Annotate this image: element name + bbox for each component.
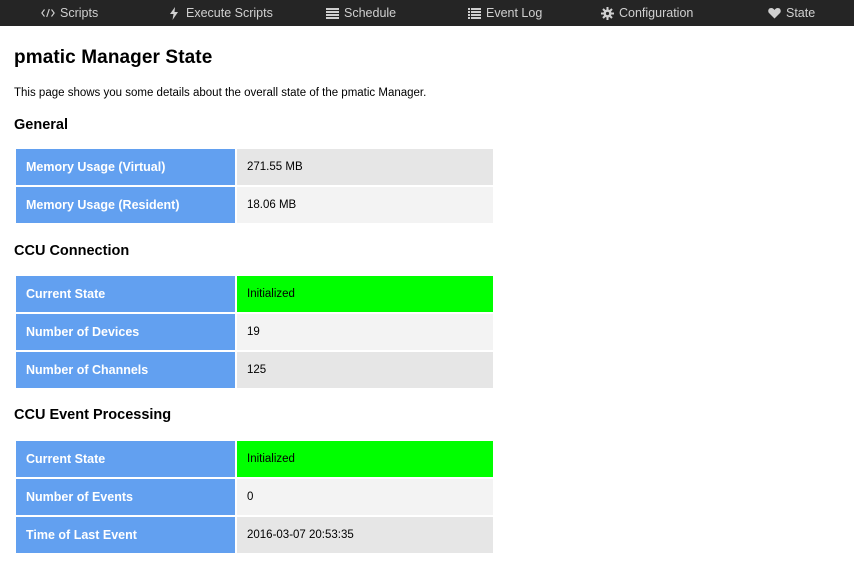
section-title-ccu-event-processing: CCU Event Processing [14,407,172,423]
table-row: Number of Devices 19 [16,314,493,350]
top-navbar: Scripts Execute Scripts Schedule Event L… [0,0,854,26]
list-icon [467,6,481,20]
row-label: Memory Usage (Virtual) [16,149,237,185]
list-icon [325,6,339,20]
general-table: Memory Usage (Virtual) 271.55 MB Memory … [16,147,493,225]
nav-state-label: State [786,6,816,20]
ccu-event-processing-table: Current State Initialized Number of Even… [16,439,493,555]
nav-event-log-label: Event Log [486,6,543,20]
nav-event-log[interactable]: Event Log [467,0,542,26]
row-label: Memory Usage (Resident) [16,187,237,223]
row-label: Number of Channels [16,352,237,388]
table-row: Current State Initialized [16,441,493,477]
bolt-icon [167,6,181,20]
row-value: 18.06 MB [237,187,493,223]
section-title-general: General [14,117,68,133]
page-intro: This page shows you some details about t… [14,87,427,99]
row-label: Current State [16,441,237,477]
table-row: Number of Events 0 [16,479,493,515]
row-label: Number of Events [16,479,237,515]
heart-icon [767,6,781,20]
nav-schedule-label: Schedule [344,6,397,20]
row-value: 0 [237,479,493,515]
row-value: 2016-03-07 20:53:35 [237,517,493,553]
ccu-connection-table: Current State Initialized Number of Devi… [16,274,493,390]
section-title-ccu-connection: CCU Connection [14,243,130,259]
state-value: Initialized [237,441,493,477]
nav-scripts[interactable]: Scripts [41,0,98,26]
row-value: 19 [237,314,493,350]
nav-scripts-label: Scripts [60,6,99,20]
nav-execute-scripts-label: Execute Scripts [186,6,273,20]
table-row: Current State Initialized [16,276,493,312]
row-value: 271.55 MB [237,149,493,185]
nav-execute-scripts[interactable]: Execute Scripts [167,0,273,26]
nav-schedule[interactable]: Schedule [325,0,396,26]
row-label: Current State [16,276,237,312]
table-row: Memory Usage (Resident) 18.06 MB [16,187,493,223]
page-title: pmatic Manager State [14,47,213,68]
code-icon [41,6,55,20]
table-row: Time of Last Event 2016-03-07 20:53:35 [16,517,493,553]
nav-configuration[interactable]: Configuration [600,0,693,26]
gear-icon [600,6,614,20]
table-row: Number of Channels 125 [16,352,493,388]
state-value: Initialized [237,276,493,312]
row-value: 125 [237,352,493,388]
nav-configuration-label: Configuration [619,6,694,20]
table-row: Memory Usage (Virtual) 271.55 MB [16,149,493,185]
nav-state[interactable]: State [767,0,815,26]
row-label: Time of Last Event [16,517,237,553]
row-label: Number of Devices [16,314,237,350]
